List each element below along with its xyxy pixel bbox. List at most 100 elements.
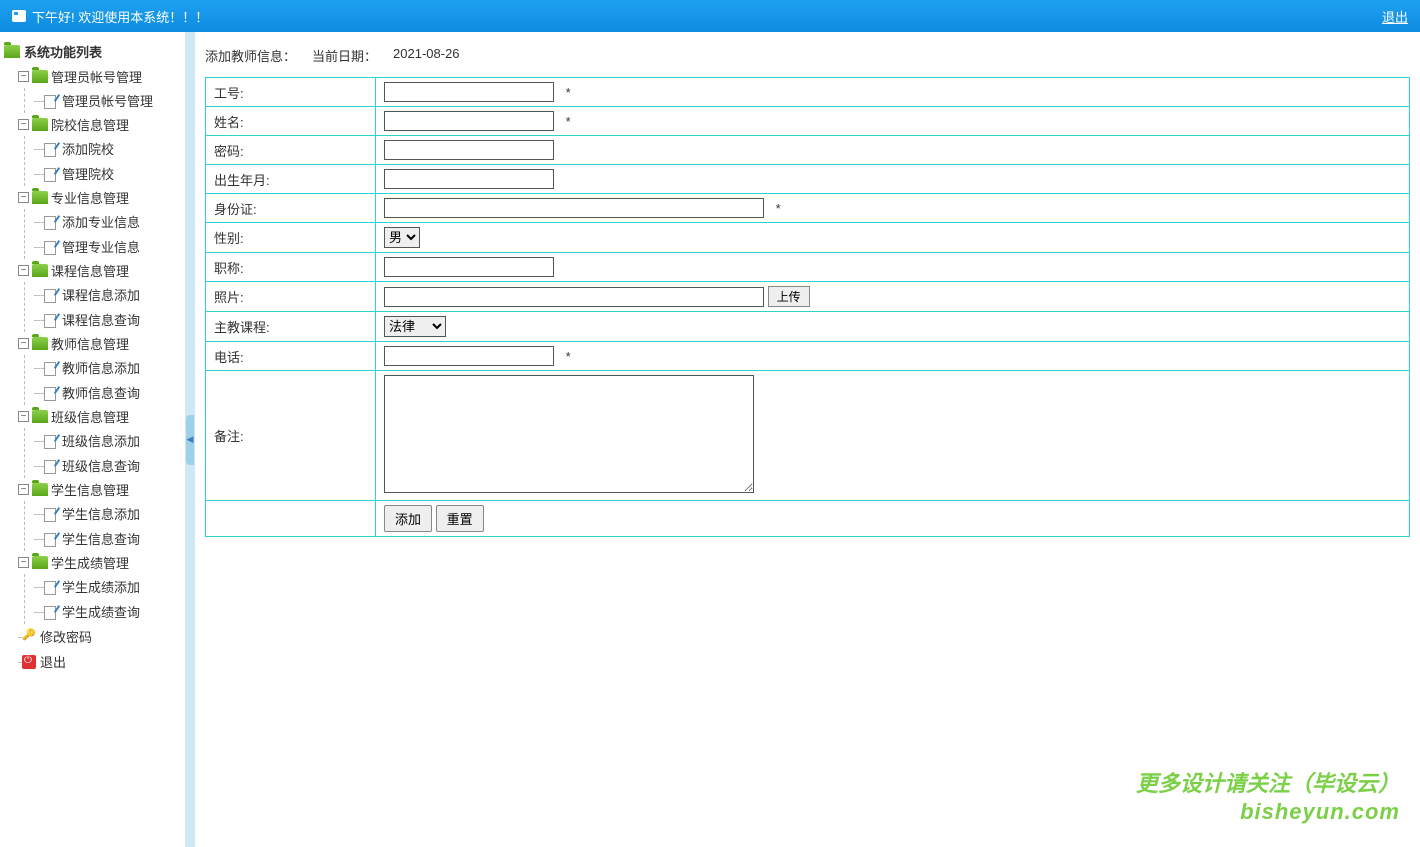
tree-leaf-item[interactable]: 学生成绩添加 bbox=[34, 574, 181, 599]
tree-group[interactable]: −班级信息管理 bbox=[18, 405, 181, 428]
tree-leaf-item[interactable]: 教师信息添加 bbox=[34, 355, 181, 380]
tree-toggle-icon[interactable]: − bbox=[18, 557, 29, 568]
splitter-handle[interactable]: ◀ bbox=[186, 415, 194, 465]
edit-icon bbox=[44, 215, 58, 229]
splitter[interactable]: ◀ bbox=[185, 32, 195, 847]
tree-group[interactable]: − 院校信息管理 bbox=[18, 113, 181, 136]
teacher-form-table: 工号: * 姓名: * 密码: 出生年月: bbox=[205, 77, 1410, 537]
tree-leaf-label: 学生成绩查询 bbox=[62, 602, 140, 621]
label-employee-no: 工号: bbox=[206, 78, 376, 107]
sidebar: 系统功能列表 −管理员帐号管理管理员帐号管理−院校信息管理添加院校管理院校−专业… bbox=[0, 32, 185, 847]
row-gender: 性别: 男女 bbox=[206, 223, 1410, 253]
tree-leaf-label: 管理院校 bbox=[62, 164, 114, 183]
folder-icon bbox=[32, 410, 48, 423]
tree-group-label: 院校信息管理 bbox=[51, 115, 129, 134]
main-content: 添加教师信息： 当前日期： 2021-08-26 工号: * 姓名: * 密码: bbox=[195, 32, 1420, 847]
tree-leaf-item[interactable]: 管理员帐号管理 bbox=[34, 88, 181, 113]
tree-toggle-icon[interactable]: − bbox=[18, 71, 29, 82]
input-title[interactable] bbox=[384, 257, 554, 277]
sidebar-root-label: 系统功能列表 bbox=[24, 42, 102, 61]
sidebar-change-password[interactable]: 修改密码 bbox=[18, 624, 181, 649]
tree-leaf-label: 班级信息查询 bbox=[62, 456, 140, 475]
row-password: 密码: bbox=[206, 136, 1410, 165]
tree-group-label: 学生信息管理 bbox=[51, 480, 129, 499]
tree-leaf-item[interactable]: 班级信息查询 bbox=[34, 453, 181, 478]
edit-icon bbox=[44, 313, 58, 327]
label-idcard: 身份证: bbox=[206, 194, 376, 223]
select-gender[interactable]: 男女 bbox=[384, 227, 420, 248]
tree-leaf-item[interactable]: 管理专业信息 bbox=[34, 234, 181, 259]
sidebar-tree: −管理员帐号管理管理员帐号管理−院校信息管理添加院校管理院校−专业信息管理添加专… bbox=[4, 65, 181, 624]
tree-group[interactable]: − 课程信息管理 bbox=[18, 259, 181, 282]
tree-toggle-icon[interactable]: − bbox=[18, 338, 29, 349]
reset-button[interactable]: 重置 bbox=[436, 505, 484, 532]
select-course[interactable]: 法律 bbox=[384, 316, 446, 337]
row-employee-no: 工号: * bbox=[206, 78, 1410, 107]
row-remark: 备注: bbox=[206, 371, 1410, 501]
input-name[interactable] bbox=[384, 111, 554, 131]
tree-leaf-label: 添加专业信息 bbox=[62, 212, 140, 231]
tree-leaf-label: 添加院校 bbox=[62, 139, 114, 158]
tree-leaf-item[interactable]: 课程信息添加 bbox=[34, 282, 181, 307]
tree-group[interactable]: − 管理员帐号管理 bbox=[18, 65, 181, 88]
edit-icon bbox=[44, 605, 58, 619]
tree-leaf-label: 教师信息查询 bbox=[62, 383, 140, 402]
tree-group-label: 学生成绩管理 bbox=[51, 553, 129, 572]
label-title: 职称: bbox=[206, 253, 376, 282]
app-icon bbox=[12, 10, 26, 22]
date-label: 当前日期： bbox=[312, 46, 377, 65]
tree-leaf-item[interactable]: 添加院校 bbox=[34, 136, 181, 161]
tree-group[interactable]: −专业信息管理 bbox=[18, 186, 181, 209]
tree-leaf-item[interactable]: 管理院校 bbox=[34, 161, 181, 186]
tree-leaf-item[interactable]: 学生信息添加 bbox=[34, 501, 181, 526]
input-birth[interactable] bbox=[384, 169, 554, 189]
tree-group-label: 课程信息管理 bbox=[51, 261, 129, 280]
input-idcard[interactable] bbox=[384, 198, 764, 218]
label-birth: 出生年月: bbox=[206, 165, 376, 194]
submit-button[interactable]: 添加 bbox=[384, 505, 432, 532]
input-password[interactable] bbox=[384, 140, 554, 160]
input-employee-no[interactable] bbox=[384, 82, 554, 102]
label-course: 主教课程: bbox=[206, 312, 376, 342]
folder-icon bbox=[32, 337, 48, 350]
tree-leaf-label: 班级信息添加 bbox=[62, 431, 140, 450]
sidebar-root[interactable]: 系统功能列表 bbox=[4, 42, 181, 61]
tree-leaf-item[interactable]: 学生信息查询 bbox=[34, 526, 181, 551]
required-mark: * bbox=[776, 201, 781, 216]
tree-toggle-icon[interactable]: − bbox=[18, 411, 29, 422]
row-title: 职称: bbox=[206, 253, 1410, 282]
tree-toggle-icon[interactable]: − bbox=[18, 265, 29, 276]
tree-toggle-icon[interactable]: − bbox=[18, 192, 29, 203]
label-phone: 电话: bbox=[206, 342, 376, 371]
required-mark: * bbox=[566, 114, 571, 129]
tree-toggle-icon[interactable]: − bbox=[18, 119, 29, 130]
row-idcard: 身份证: * bbox=[206, 194, 1410, 223]
tree-leaf-label: 管理员帐号管理 bbox=[62, 91, 153, 110]
tree-leaf-item[interactable]: 学生成绩查询 bbox=[34, 599, 181, 624]
tree-group[interactable]: −教师信息管理 bbox=[18, 332, 181, 355]
tree-leaf-label: 课程信息添加 bbox=[62, 285, 140, 304]
input-photo[interactable] bbox=[384, 287, 764, 307]
tree-toggle-icon[interactable]: − bbox=[18, 484, 29, 495]
tree-leaf-label: 管理专业信息 bbox=[62, 237, 140, 256]
textarea-remark[interactable] bbox=[384, 375, 754, 493]
tree-leaf-item[interactable]: 课程信息查询 bbox=[34, 307, 181, 332]
app-header: 下午好! 欢迎使用本系统！！！ 退出 bbox=[0, 0, 1420, 32]
tree-leaf-label: 学生信息查询 bbox=[62, 529, 140, 548]
row-birth: 出生年月: bbox=[206, 165, 1410, 194]
tree-group-label: 管理员帐号管理 bbox=[51, 67, 142, 86]
sidebar-exit[interactable]: 退出 bbox=[18, 649, 181, 674]
logout-link[interactable]: 退出 bbox=[1382, 7, 1408, 26]
tree-leaf-item[interactable]: 教师信息查询 bbox=[34, 380, 181, 405]
upload-button[interactable]: 上传 bbox=[768, 286, 810, 307]
tree-group[interactable]: − 学生信息管理 bbox=[18, 478, 181, 501]
edit-icon bbox=[44, 288, 58, 302]
tree-leaf-item[interactable]: 班级信息添加 bbox=[34, 428, 181, 453]
required-mark: * bbox=[566, 349, 571, 364]
tree-group[interactable]: − 学生成绩管理 bbox=[18, 551, 181, 574]
row-name: 姓名: * bbox=[206, 107, 1410, 136]
edit-icon bbox=[44, 434, 58, 448]
tree-leaf-item[interactable]: 添加专业信息 bbox=[34, 209, 181, 234]
input-phone[interactable] bbox=[384, 346, 554, 366]
folder-icon bbox=[32, 556, 48, 569]
